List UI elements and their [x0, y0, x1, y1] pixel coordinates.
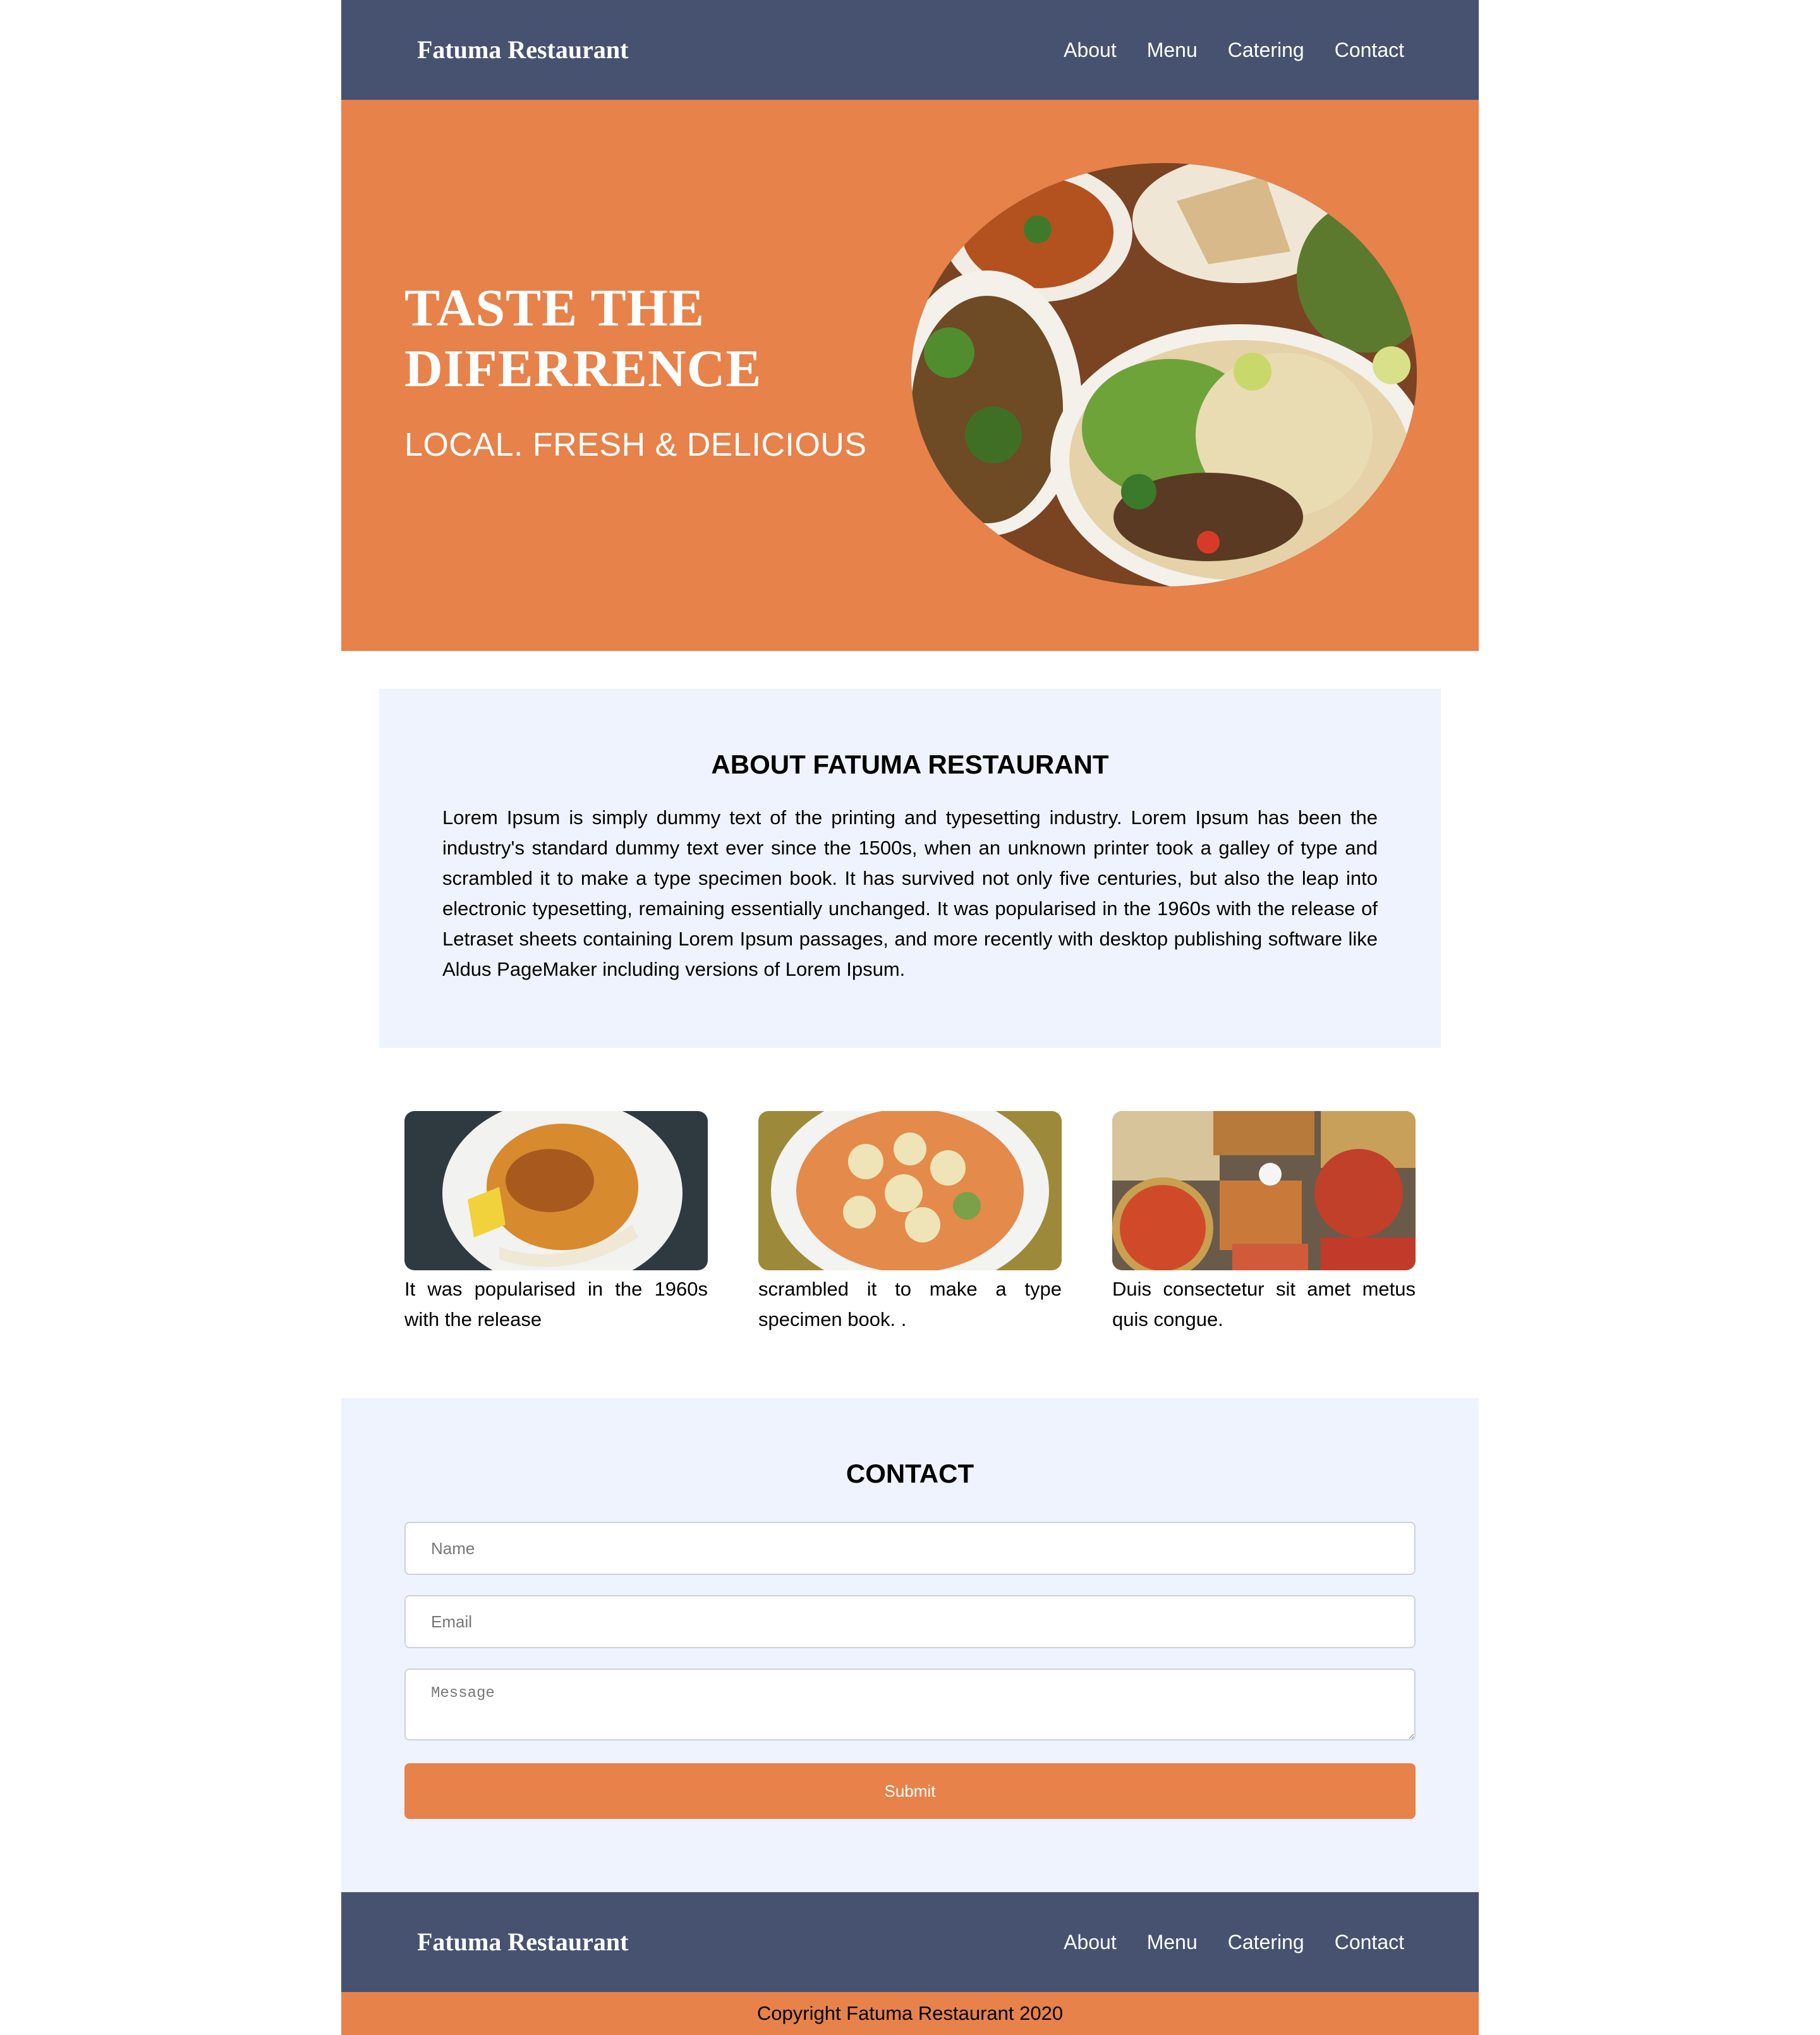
- footer-navbar: Fatuma Restaurant About Menu Catering Co…: [341, 1892, 1479, 1992]
- email-input[interactable]: [404, 1595, 1416, 1648]
- nav-link-catering[interactable]: Catering: [1228, 39, 1304, 62]
- footer-nav-link-catering[interactable]: Catering: [1228, 1931, 1304, 1954]
- hero-section: TASTE THE DIFERRENCE LOCAL. FRESH & DELI…: [341, 100, 1479, 651]
- submit-button[interactable]: Submit: [404, 1763, 1416, 1819]
- card-caption: It was popularised in the 1960s with the…: [404, 1278, 708, 1330]
- message-textarea[interactable]: [404, 1668, 1416, 1740]
- card-caption: scrambled it to make a type specimen boo…: [758, 1278, 1062, 1330]
- top-nav-links: About Menu Catering Contact: [1064, 0, 1404, 100]
- food-platter-image: [911, 163, 1417, 586]
- nav-link-contact[interactable]: Contact: [1335, 39, 1404, 62]
- feature-card: It was popularised in the 1960s with the…: [404, 1111, 708, 1335]
- page: Fatuma Restaurant About Menu Catering Co…: [341, 0, 1479, 2035]
- about-text: Lorem Ipsum is simply dummy text of the …: [442, 806, 1378, 980]
- rice-with-banana-image: [758, 1111, 1062, 1270]
- pasta-with-banana-image: [404, 1111, 708, 1270]
- contact-title: CONTACT: [846, 1459, 974, 1488]
- footer-nav-link-about[interactable]: About: [1064, 1931, 1117, 1954]
- footer-brand-logo[interactable]: Fatuma Restaurant: [417, 1892, 628, 1992]
- card-caption: Duis consectetur sit amet metus quis con…: [1112, 1278, 1416, 1330]
- brand-logo[interactable]: Fatuma Restaurant: [417, 0, 628, 100]
- feature-card: Duis consectetur sit amet metus quis con…: [1112, 1111, 1416, 1335]
- about-title: ABOUT FATUMA RESTAURANT: [711, 750, 1109, 779]
- top-navbar: Fatuma Restaurant About Menu Catering Co…: [341, 0, 1479, 100]
- feature-card: scrambled it to make a type specimen boo…: [758, 1111, 1062, 1335]
- footer-nav-link-contact[interactable]: Contact: [1335, 1931, 1404, 1954]
- about-section: ABOUT FATUMA RESTAURANT Lorem Ipsum is s…: [379, 689, 1441, 1048]
- contact-section: CONTACT Submit: [341, 1398, 1479, 1892]
- nav-link-menu[interactable]: Menu: [1147, 39, 1198, 62]
- nav-link-about[interactable]: About: [1064, 39, 1117, 62]
- copyright-bar: Copyright Fatuma Restaurant 2020: [341, 1992, 1479, 2035]
- hero-title: TASTE THE DIFERRENCE: [404, 279, 762, 398]
- footer-nav-link-menu[interactable]: Menu: [1147, 1931, 1198, 1954]
- name-input[interactable]: [404, 1522, 1416, 1575]
- footer-nav-links: About Menu Catering Contact: [1064, 1892, 1404, 1992]
- catering-spread-image: [1112, 1111, 1416, 1270]
- hero-subtitle: LOCAL. FRESH & DELICIOUS: [404, 427, 867, 463]
